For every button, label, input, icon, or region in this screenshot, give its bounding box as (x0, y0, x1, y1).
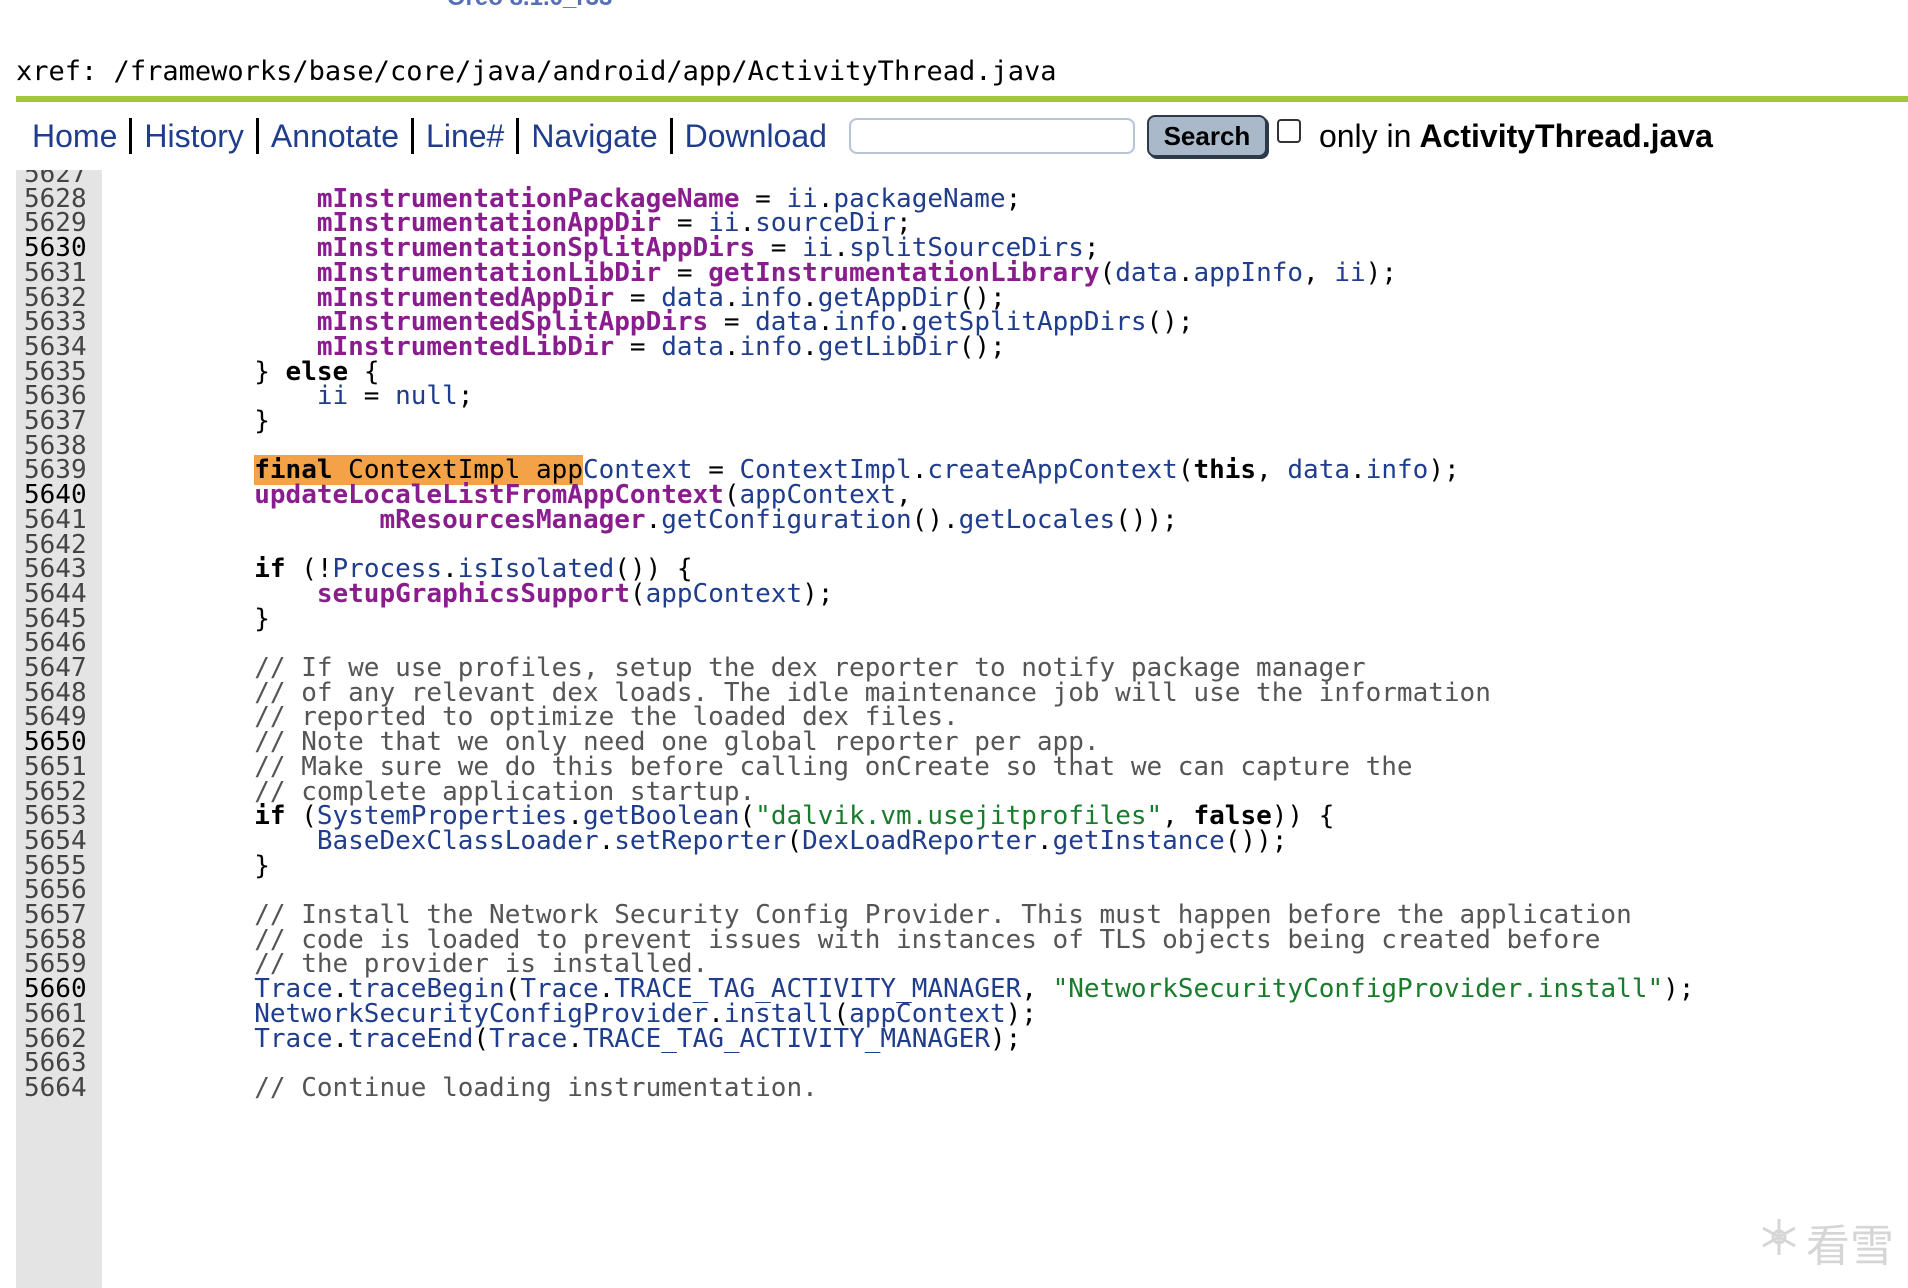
nav-line-number-link[interactable]: Line# (414, 118, 516, 155)
code-text: // Continue loading instrumentation. (129, 1073, 818, 1103)
watermark-text: 看雪 (1806, 1221, 1894, 1272)
nav-bar: Home History Annotate Line# Navigate Dow… (18, 110, 1908, 162)
nav-annotate-link[interactable]: Annotate (259, 118, 411, 155)
nav-home-link[interactable]: Home (18, 118, 129, 155)
nav-download-link[interactable]: Download (673, 118, 839, 155)
breadcrumb-segment[interactable]: app (683, 56, 732, 87)
breadcrumb-current-file[interactable]: ActivityThread.java (748, 56, 1057, 87)
breadcrumb-segment[interactable]: core (390, 56, 455, 87)
line-number[interactable]: 5664 (16, 1073, 102, 1103)
search-button[interactable]: Search (1146, 115, 1267, 157)
code-comment: // Continue loading instrumentation. (254, 1072, 818, 1103)
only-in-file-checkbox[interactable] (1276, 119, 1301, 143)
only-in-filename: ActivityThread.java (1419, 117, 1713, 154)
site-logo[interactable]: Android xref Oreo 8.1.0_r33 (16, 0, 612, 14)
logo-android-text: Android (16, 0, 292, 14)
breadcrumb-prefix: xref: (16, 56, 98, 87)
code-line: 5664 // Continue loading instrumentation… (16, 1073, 1908, 1103)
breadcrumb: xref: /frameworks/base/core/java/android… (16, 56, 1057, 87)
code-punct (129, 1073, 254, 1103)
logo-xref-text: xref (302, 0, 437, 14)
nav-navigate-link[interactable]: Navigate (519, 118, 669, 155)
breadcrumb-segment[interactable]: java (471, 56, 536, 87)
snowflake-icon (1758, 1216, 1800, 1269)
only-in-label: only in (1318, 117, 1412, 154)
source-code-view: 5627 5628 mInstrumentationPackageName = i… (16, 170, 1908, 1288)
breadcrumb-segment[interactable]: frameworks (130, 56, 293, 87)
breadcrumb-segment[interactable]: android (553, 56, 667, 87)
search-input[interactable] (848, 118, 1135, 154)
breadcrumb-segment[interactable]: base (309, 56, 374, 87)
header-divider (16, 96, 1908, 102)
nav-history-link[interactable]: History (132, 118, 256, 155)
release-version: Oreo 8.1.0_r33 (447, 0, 612, 12)
watermark: 看雪 (1758, 1210, 1894, 1274)
